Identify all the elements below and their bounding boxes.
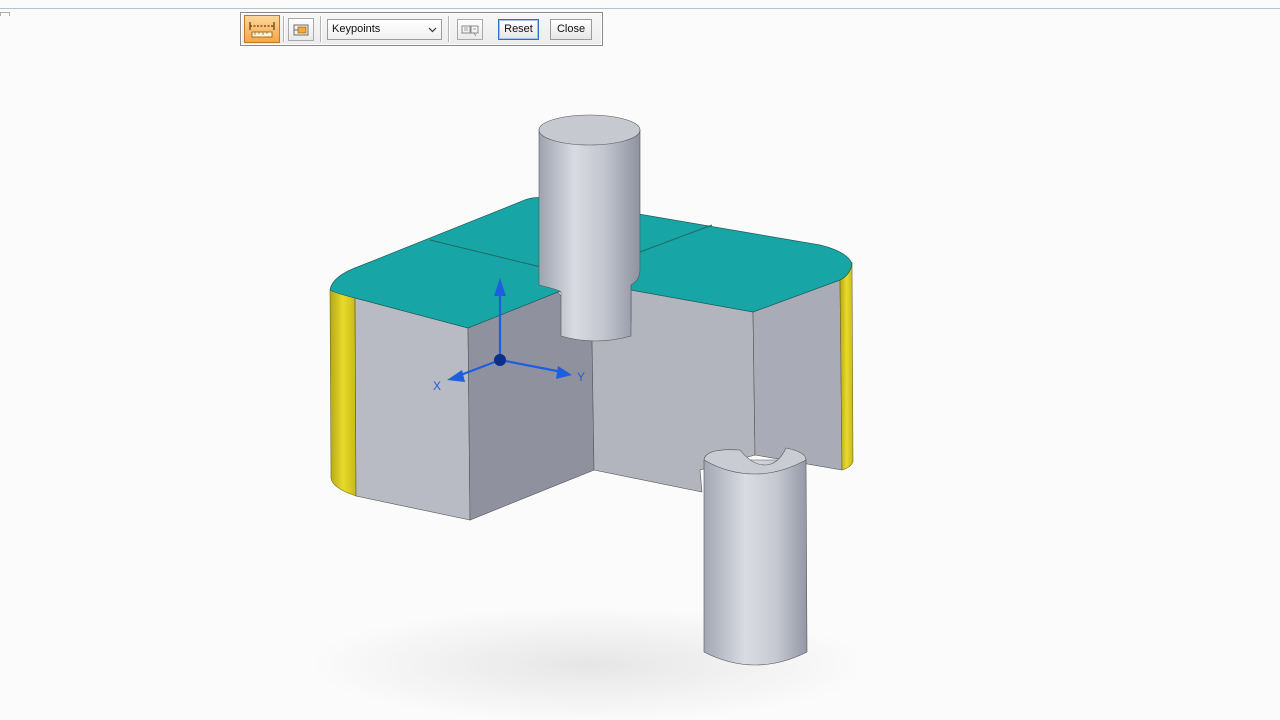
upper-cylinder-top-face[interactable] (538, 114, 641, 146)
triad-origin (494, 354, 506, 366)
right-fillet-face[interactable] (839, 261, 854, 471)
triad-y-label: Y (577, 370, 585, 384)
lower-cylinder[interactable] (703, 447, 808, 666)
triad-z-label: Z (495, 259, 501, 269)
right-side-face[interactable] (752, 279, 843, 471)
model-scene: X Y Z (310, 114, 870, 720)
left-fillet-face[interactable] (329, 288, 357, 497)
front-left-face[interactable] (354, 297, 471, 521)
application-window: Keypoints Reset Close X Y Z (0, 0, 1280, 720)
triad-x-label: X (433, 379, 441, 393)
